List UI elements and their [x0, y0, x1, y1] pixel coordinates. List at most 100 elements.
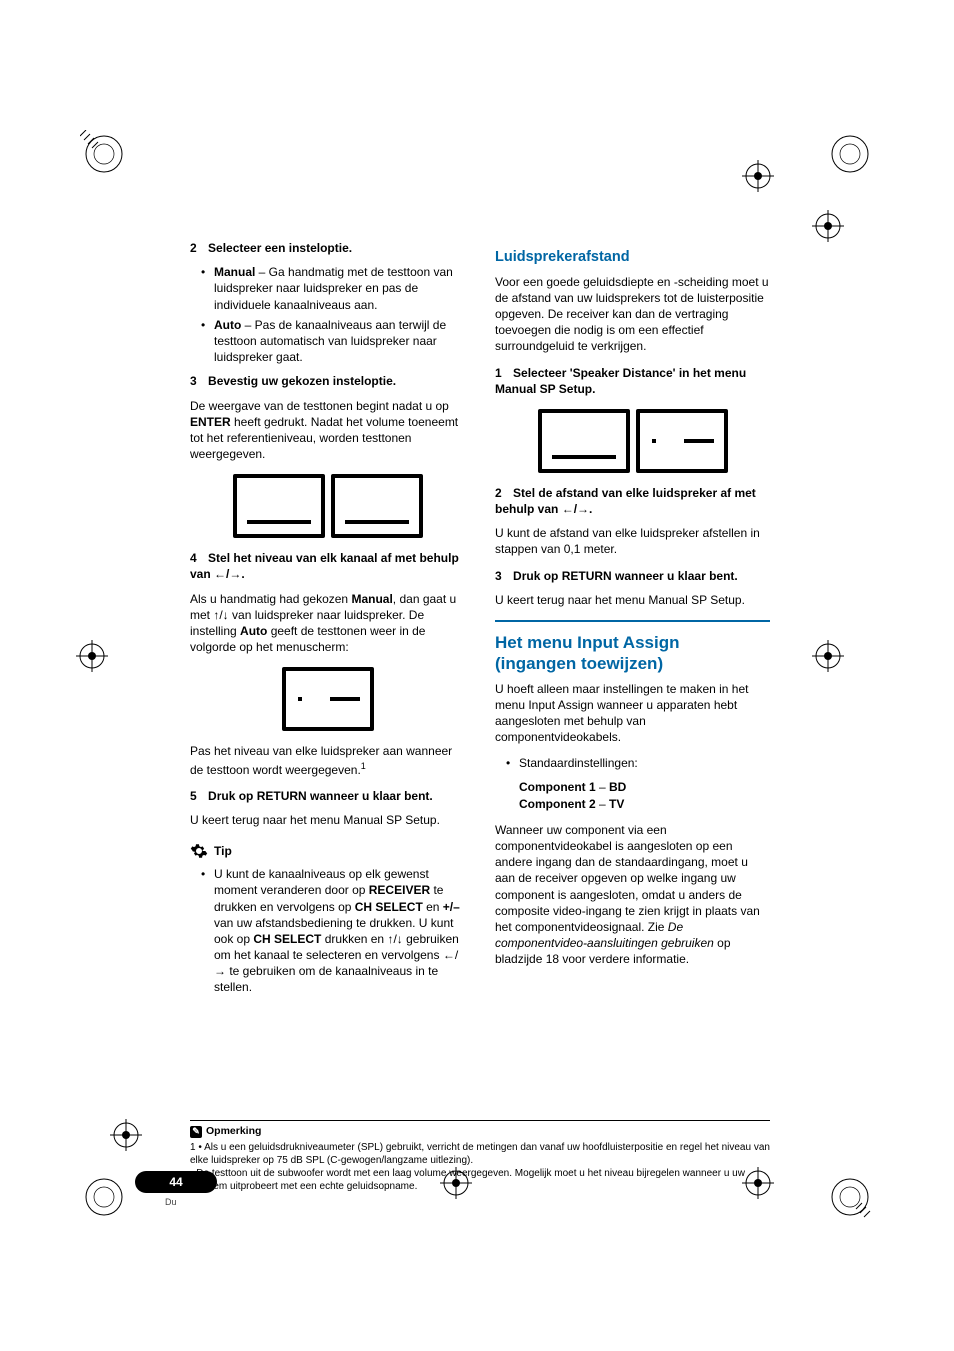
step-4-body-2: Pas het niveau van elke luidspreker aan …	[190, 743, 465, 777]
tip-list: U kunt de kanaalniveaus op elk gewenst m…	[190, 866, 465, 996]
tip-item: U kunt de kanaalniveaus op elk gewenst m…	[204, 866, 465, 996]
step-title: Druk op RETURN wanneer u klaar bent.	[513, 569, 738, 583]
step-title: Bevestig uw gekozen insteloptie.	[208, 374, 396, 388]
footnote-heading: ✎ Opmerking	[190, 1125, 770, 1139]
crop-mark-top-left	[80, 130, 128, 178]
step-number: 3	[190, 374, 197, 388]
step-title: Selecteer een insteloptie.	[208, 241, 352, 255]
text: .	[589, 502, 592, 516]
step-title: Selecteer 'Speaker Distance' in het menu…	[495, 366, 746, 396]
footnote-ref: 1	[361, 761, 366, 771]
left-column: 2 Selecteer een insteloptie. Manual – Ga…	[190, 240, 465, 1004]
registration-mark	[812, 640, 844, 672]
option-label: Auto	[214, 318, 241, 332]
screen-illustration	[331, 474, 423, 538]
screen-illustration-row	[190, 474, 465, 538]
input-assign-body: Wanneer uw component via een componentvi…	[495, 822, 770, 968]
step-title: Stel het niveau van elk kanaal af met be…	[190, 551, 459, 581]
arrow-up-down-icon: ↑/↓	[213, 608, 228, 622]
text: te gebruiken om de kanaalniveaus in te s…	[214, 964, 438, 994]
section-heading-input-assign: Het menu Input Assign (ingangen toewijze…	[495, 620, 770, 675]
step-3-body: U keert terug naar het menu Manual SP Se…	[495, 592, 770, 608]
option-label: Manual	[214, 265, 255, 279]
step-2: 2 Stel de afstand van elke luidspreker a…	[495, 485, 770, 517]
key-enter: ENTER	[190, 415, 231, 429]
step-number: 2	[495, 486, 502, 500]
step-number: 2	[190, 241, 197, 255]
arrow-left-right-icon: ←/→	[562, 502, 589, 516]
key-ch-select: CH SELECT	[253, 932, 321, 946]
text: Stel de afstand van elke luidspreker af …	[495, 486, 756, 516]
footnote-block: ✎ Opmerking 1 • Als u een geluidsdrukniv…	[190, 1100, 770, 1193]
heading-line: Het menu Input Assign	[495, 633, 680, 652]
intro-text: Voor een goede geluidsdiepte en -scheidi…	[495, 274, 770, 355]
step-number: 3	[495, 569, 502, 583]
step-number: 1	[495, 366, 502, 380]
right-column: Luidsprekerafstand Voor een goede geluid…	[495, 240, 770, 1004]
step-2-body: U kunt de afstand van elke luidspreker a…	[495, 525, 770, 557]
crop-mark-top-right	[826, 130, 874, 178]
default-component-2: Component 2 – TV	[519, 796, 770, 812]
sep: –	[596, 797, 609, 811]
key-receiver: RECEIVER	[369, 883, 430, 897]
crop-mark-bottom-left	[80, 1173, 128, 1221]
input-assign-intro: U hoeft alleen maar instellingen te make…	[495, 681, 770, 746]
tip-label: Tip	[214, 843, 232, 859]
screen-illustration	[636, 409, 728, 473]
option-list: Manual – Ga handmatig met de testtoon va…	[190, 264, 465, 365]
screen-illustration-row	[495, 409, 770, 473]
text: drukken en	[321, 932, 387, 946]
step-title: Druk op RETURN wanneer u klaar bent.	[208, 789, 433, 803]
heading-line: (ingangen toewijzen)	[495, 654, 663, 673]
page-content: 2 Selecteer een insteloptie. Manual – Ga…	[190, 240, 770, 1004]
step-3-body: De weergave van de testtonen begint nada…	[190, 398, 465, 463]
section-heading-speaker-distance: Luidsprekerafstand	[495, 248, 770, 268]
tip-heading: Tip	[190, 842, 465, 860]
screen-illustration	[233, 474, 325, 538]
registration-mark	[812, 210, 844, 242]
screen-illustration	[538, 409, 630, 473]
text: Wanneer uw component via een componentvi…	[495, 823, 760, 934]
key-plus-minus: +/–	[443, 900, 460, 914]
value: BD	[609, 780, 626, 794]
step-title: Stel de afstand van elke luidspreker af …	[495, 486, 756, 516]
label-auto: Auto	[240, 624, 267, 638]
step-3: 3 Druk op RETURN wanneer u klaar bent.	[495, 568, 770, 584]
text: .	[241, 567, 244, 581]
gear-icon	[190, 842, 208, 860]
option-auto: Auto – Pas de kanaalniveaus aan terwijl …	[204, 317, 465, 366]
screen-illustration	[282, 667, 374, 731]
registration-mark	[76, 640, 108, 672]
step-number: 4	[190, 551, 197, 565]
text: Pas het niveau van elke luidspreker aan …	[190, 744, 452, 776]
text: heeft gedrukt. Nadat het volume toeneemt…	[190, 415, 458, 461]
footnote-separator	[190, 1120, 770, 1121]
step-number: 5	[190, 789, 197, 803]
defaults-heading: Standaardinstellingen:	[509, 755, 770, 771]
default-component-1: Component 1 – BD	[519, 779, 770, 795]
step-4: 4 Stel het niveau van elk kanaal af met …	[190, 550, 465, 582]
label-manual: Manual	[351, 592, 392, 606]
note-icon: ✎	[190, 1126, 202, 1138]
page-number: 44	[169, 1175, 182, 1189]
defaults-list: Standaardinstellingen:	[495, 755, 770, 771]
step-3: 3 Bevestig uw gekozen insteloptie.	[190, 373, 465, 389]
footnote-1: 1 • Als u een geluidsdrukniveaumeter (SP…	[190, 1141, 770, 1167]
footnote-2: • De testtoon uit de subwoofer wordt met…	[190, 1167, 770, 1193]
step-4-body: Als u handmatig had gekozen Manual, dan …	[190, 591, 465, 656]
registration-mark	[110, 1119, 142, 1151]
text: De weergave van de testtonen begint nada…	[190, 399, 449, 413]
page-language: Du	[165, 1197, 177, 1207]
text: Als u handmatig had gekozen	[190, 592, 351, 606]
footnote-heading-text: Opmerking	[206, 1125, 261, 1139]
sep: –	[596, 780, 609, 794]
option-manual: Manual – Ga handmatig met de testtoon va…	[204, 264, 465, 313]
step-2: 2 Selecteer een insteloptie.	[190, 240, 465, 256]
value: TV	[609, 797, 624, 811]
step-1: 1 Selecteer 'Speaker Distance' in het me…	[495, 365, 770, 397]
crop-mark-bottom-right	[826, 1173, 874, 1221]
step-5-body: U keert terug naar het menu Manual SP Se…	[190, 812, 465, 828]
registration-mark	[742, 160, 774, 192]
arrow-up-down-icon: ↑/↓	[387, 932, 402, 946]
text: en	[423, 900, 443, 914]
